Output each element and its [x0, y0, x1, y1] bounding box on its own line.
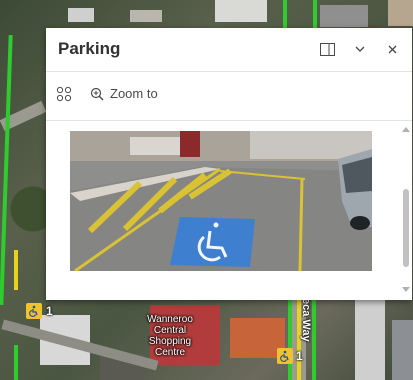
- accessible-parking-marker[interactable]: [26, 303, 42, 319]
- grid-icon: [56, 86, 72, 102]
- dock-icon: [319, 42, 335, 56]
- map-label-road: eca Way: [300, 298, 312, 342]
- accessible-parking-icon: [29, 305, 38, 317]
- scroll-thumb[interactable]: [403, 189, 409, 267]
- accessible-parking-bay-image: [70, 131, 372, 271]
- popup-header: Parking: [46, 28, 412, 72]
- accessible-parking-marker[interactable]: [277, 348, 293, 364]
- route-line: [14, 345, 18, 380]
- marker-count: 1: [46, 304, 53, 318]
- parking-photo: [70, 131, 372, 271]
- popup-content: [46, 121, 412, 300]
- marker-count: 1: [296, 349, 303, 363]
- feature-popup: Parking Zoom to: [46, 28, 412, 300]
- accessible-parking-icon: [280, 350, 289, 362]
- close-icon: [388, 45, 396, 53]
- route-line: [312, 300, 316, 380]
- zoom-to-button[interactable]: Zoom to: [90, 86, 158, 101]
- dock-button[interactable]: [317, 39, 337, 59]
- route-line: [14, 250, 18, 290]
- route-line: [288, 300, 292, 380]
- map-building: [68, 8, 94, 22]
- scroll-up-arrow[interactable]: [402, 127, 410, 132]
- map-building: [388, 0, 413, 26]
- collapse-button[interactable]: [350, 39, 370, 59]
- popup-toolbar: Zoom to: [46, 72, 412, 121]
- popup-scrollbar[interactable]: [400, 121, 412, 300]
- route-line: [313, 0, 317, 28]
- close-button[interactable]: [382, 39, 402, 59]
- map-building: [392, 320, 413, 380]
- map-label-shopping-centre: Wanneroo Central Shopping Centre: [147, 314, 193, 358]
- zoom-to-label: Zoom to: [110, 86, 158, 101]
- popup-title: Parking: [58, 39, 121, 58]
- scroll-down-arrow[interactable]: [402, 287, 410, 292]
- map-building: [320, 5, 368, 27]
- route-line: [0, 35, 13, 305]
- map-building: [355, 300, 385, 380]
- map-building: [215, 0, 267, 22]
- actions-menu-button[interactable]: [56, 86, 72, 102]
- route-line: [283, 0, 287, 28]
- zoom-to-icon: [90, 87, 104, 100]
- chevron-down-icon: [355, 46, 365, 52]
- map-building: [130, 10, 162, 22]
